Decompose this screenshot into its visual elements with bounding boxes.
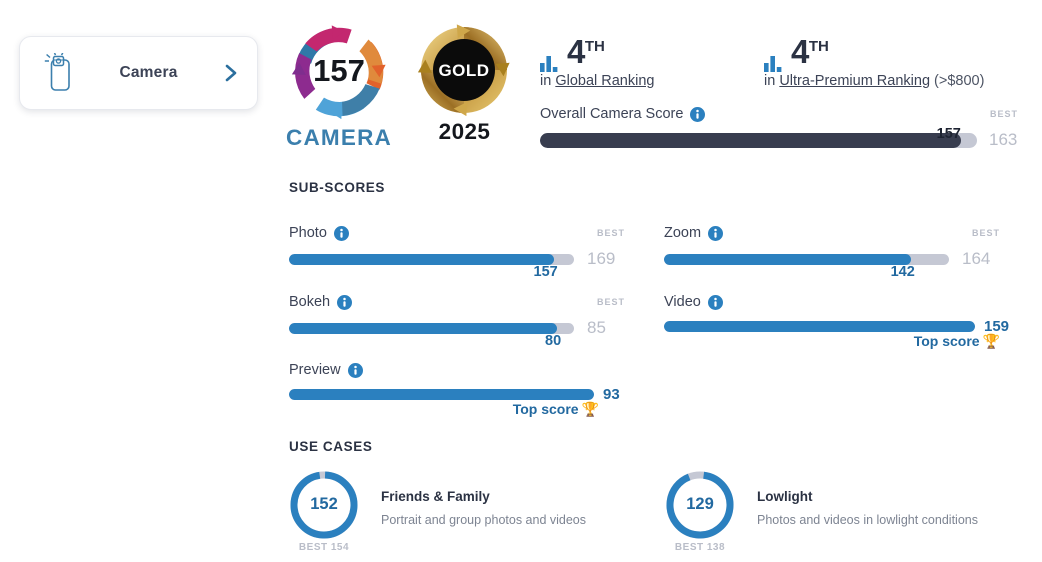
subscore-zoom-track [664, 253, 949, 265]
trophy-icon: 🏆 [581, 401, 599, 417]
subscore-preview-value: 93 [603, 386, 620, 403]
subscore-photo-fill [289, 253, 554, 265]
subscore-preview-name: Preview [289, 362, 341, 378]
subscore-preview-track [289, 389, 594, 400]
usecase-lowlight-donut: 129 BEST 138 [665, 470, 735, 553]
usecase-lowlight-value: 129 [686, 495, 714, 513]
subscore-bokeh: Bokeh BEST 85 80 [289, 293, 625, 349]
subscore-video-fill [664, 321, 975, 332]
camera-score-badge: 157 CAMERA [286, 22, 392, 151]
ranking-ultra-premium-place: 4TH [791, 33, 829, 70]
chevron-right-icon[interactable] [223, 62, 239, 84]
bar-chart-icon [764, 56, 782, 72]
subscore-zoom-name-wrap: Zoom [664, 225, 724, 241]
subscore-photo-name: Photo [289, 225, 327, 241]
overall-camera-score: Overall Camera Score BEST 163 157 [540, 106, 1018, 150]
subscore-zoom: Zoom BEST 164 142 [664, 224, 1000, 280]
ranking-ultra-premium-sub: in Ultra-Premium Ranking (>$800) [764, 73, 985, 89]
subscores-section-title: SUB-SCORES [289, 180, 386, 195]
subscore-photo-best-caption: BEST [596, 228, 625, 238]
camera-card-label: Camera [119, 64, 178, 81]
subscore-zoom-best: 164 [962, 249, 991, 268]
subscore-preview-fill [289, 389, 594, 400]
award-year: 2025 [438, 119, 491, 144]
usecase-friends-family-donut: 152 BEST 154 [289, 470, 359, 553]
usecase-friends-family-title: Friends & Family [381, 489, 490, 504]
ranking-global-sub: in Global Ranking [540, 73, 655, 89]
usecase-lowlight-title: Lowlight [757, 489, 813, 504]
phone-camera-icon [44, 53, 70, 91]
subscore-photo-value: 157 [533, 264, 558, 280]
subscore-bokeh-name: Bokeh [289, 294, 331, 310]
camera-badge-score: 157 [313, 53, 365, 88]
overall-best-value: 163 [989, 130, 1018, 149]
overall-best-caption: BEST [989, 109, 1018, 119]
info-icon[interactable] [337, 294, 353, 310]
global-ranking-link[interactable]: Global Ranking [555, 73, 654, 89]
bar-chart-icon [540, 56, 558, 72]
award-tier-label: GOLD [438, 61, 489, 80]
usecase-lowlight-desc: Photos and videos in lowlight conditions [757, 513, 978, 527]
subscore-photo-track [289, 253, 574, 265]
subscore-video-top-score: Top score 🏆 [913, 333, 1000, 349]
camera-badge-ring: 157 [291, 25, 386, 120]
usecase-lowlight-best: BEST 138 [674, 542, 726, 553]
subscore-bokeh-name-wrap: Bokeh [289, 294, 353, 310]
overall-score-fill [540, 132, 961, 148]
ultra-premium-ranking-link[interactable]: Ultra-Premium Ranking [779, 73, 930, 89]
subscore-zoom-value: 142 [890, 264, 915, 280]
subscore-preview-top-score: Top score 🏆 [512, 401, 599, 417]
ranking-ultra-premium: 4TH in Ultra-Premium Ranking (>$800) [764, 30, 984, 89]
subscore-preview: Preview 93 Top score 🏆 [289, 361, 625, 417]
subscore-video: Video 159 Top score 🏆 [664, 293, 1009, 349]
subscore-zoom-best-caption: BEST [971, 228, 1000, 238]
usecase-friends-family: 152 BEST 154 Friends & Family Portrait a… [289, 470, 586, 553]
subscore-zoom-name: Zoom [664, 225, 702, 241]
subscore-video-name-wrap: Video [664, 294, 723, 310]
subscore-photo-best: 169 [587, 249, 616, 268]
ranking-global-place: 4TH [567, 33, 605, 70]
overall-score-label: Overall Camera Score [540, 106, 684, 122]
subscore-bokeh-best: 85 [587, 318, 606, 337]
gold-award-ring: GOLD [417, 24, 510, 116]
subscore-photo-name-wrap: Photo [289, 225, 349, 241]
overall-score-track [540, 132, 977, 148]
info-icon[interactable] [708, 225, 724, 241]
award-badge: GOLD 2025 [417, 24, 512, 145]
subscore-preview-name-wrap: Preview [289, 362, 363, 378]
subscore-bokeh-value: 80 [545, 333, 562, 349]
subscore-zoom-fill [664, 253, 911, 265]
subscore-photo: Photo BEST 169 157 [289, 224, 625, 280]
subscore-video-track [664, 321, 975, 332]
subscore-bokeh-fill [289, 322, 558, 334]
trophy-icon: 🏆 [982, 333, 1000, 349]
usecase-friends-family-value: 152 [310, 495, 338, 513]
info-icon[interactable] [333, 225, 349, 241]
camera-card[interactable]: Camera [19, 36, 258, 110]
camera-badge-word: CAMERA [286, 125, 392, 150]
info-icon[interactable] [347, 362, 363, 378]
overall-score-label-wrap: Overall Camera Score [540, 106, 706, 122]
subscore-bokeh-track [289, 322, 574, 334]
usecase-lowlight: 129 BEST 138 Lowlight Photos and videos … [665, 470, 978, 553]
ranking-global: 4TH in Global Ranking [540, 30, 654, 89]
price-qualifier: (>$800) [934, 73, 985, 89]
usecase-friends-family-best: BEST 154 [298, 542, 350, 553]
usecases-section-title: USE CASES [289, 439, 373, 454]
info-icon[interactable] [690, 106, 706, 122]
subscore-video-name: Video [664, 294, 701, 310]
overall-score-value: 157 [936, 126, 961, 142]
camera-score-panel: Camera 157 CAMERA GOLD 2025 4TH in Globa… [0, 0, 1042, 562]
subscore-bokeh-best-caption: BEST [596, 297, 625, 307]
info-icon[interactable] [707, 294, 723, 310]
usecase-friends-family-desc: Portrait and group photos and videos [381, 513, 586, 527]
